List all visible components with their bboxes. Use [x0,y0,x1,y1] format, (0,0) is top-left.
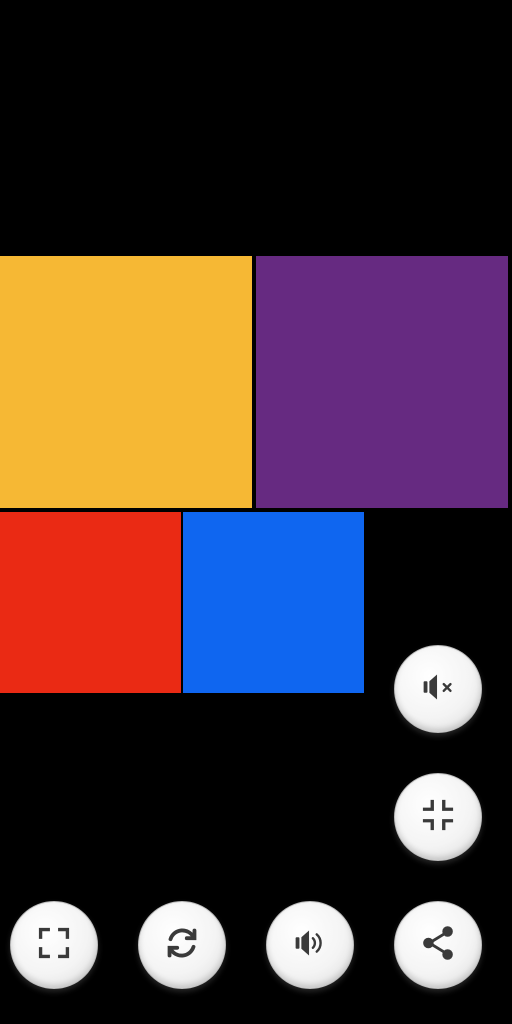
share-icon [415,920,461,970]
fullscreen-button[interactable] [10,901,98,989]
exit-fullscreen-button[interactable] [394,773,482,861]
yellow-tile[interactable] [0,256,252,508]
purple-tile[interactable] [256,256,508,508]
red-tile[interactable] [0,512,181,693]
share-button[interactable] [394,901,482,989]
volume-icon [287,920,333,970]
volume-mute-icon [415,664,461,714]
sound-button[interactable] [266,901,354,989]
blue-tile[interactable] [183,512,364,693]
refresh-icon [159,920,205,970]
restart-button[interactable] [138,901,226,989]
fullscreen-icon [31,920,77,970]
mute-button[interactable] [394,645,482,733]
exit-fullscreen-icon [415,792,461,842]
game-stage[interactable] [0,0,512,1024]
